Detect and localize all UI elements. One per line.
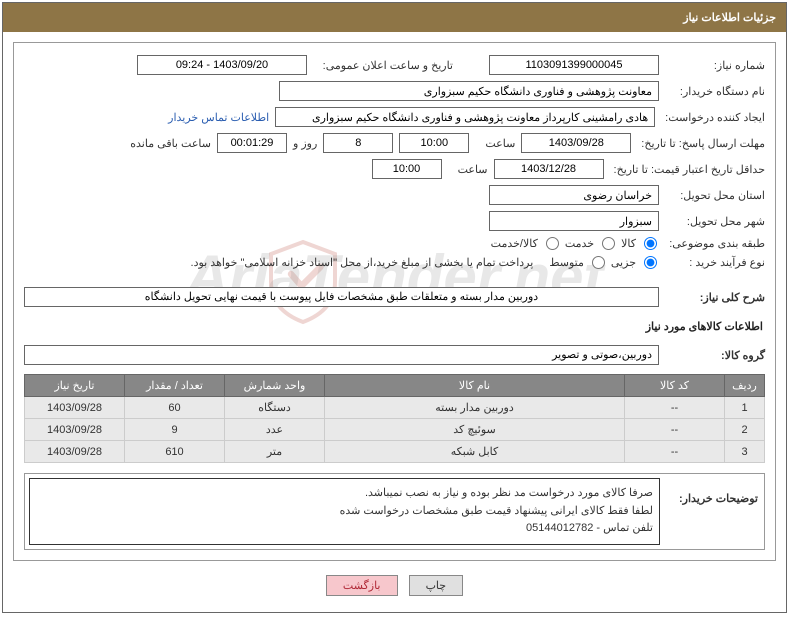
validity-label: حداقل تاریخ اعتبار قیمت: تا تاریخ: bbox=[610, 163, 765, 176]
th-name: نام کالا bbox=[325, 375, 625, 397]
page-title: جزئیات اطلاعات نیاز bbox=[683, 12, 776, 24]
deadline-send-time-field[interactable] bbox=[399, 133, 469, 153]
page-header: جزئیات اطلاعات نیاز bbox=[3, 3, 786, 32]
explain-text: صرفا کالای مورد درخواست مد نظر بوده و نی… bbox=[29, 478, 660, 545]
class-label: طبقه بندی موضوعی: bbox=[665, 237, 765, 250]
buyer-label: نام دستگاه خریدار: bbox=[665, 85, 765, 98]
back-button[interactable]: بازگشت bbox=[326, 575, 398, 596]
explain-label: توضیحات خریدار: bbox=[664, 474, 764, 549]
th-date: تاریخ نیاز bbox=[25, 375, 125, 397]
class-radio-service[interactable] bbox=[602, 237, 615, 250]
buyer-explanation-box: توضیحات خریدار: صرفا کالای مورد درخواست … bbox=[24, 473, 765, 550]
city-label: شهر محل تحویل: bbox=[665, 215, 765, 228]
buyer-field[interactable] bbox=[279, 81, 659, 101]
need-number-field[interactable] bbox=[489, 55, 659, 75]
time-label-1: ساعت bbox=[475, 137, 515, 150]
goods-info-title: اطلاعات کالاهای مورد نیاز bbox=[26, 320, 763, 333]
process-radio-medium[interactable] bbox=[592, 256, 605, 269]
validity-date-field[interactable] bbox=[494, 159, 604, 179]
main-form-section: شماره نیاز: تاریخ و ساعت اعلان عمومی: نا… bbox=[13, 42, 776, 561]
table-row: 2 -- سوئیچ کد عدد 9 1403/09/28 bbox=[25, 419, 765, 441]
process-opt2: متوسط bbox=[549, 256, 584, 269]
class-opt2: خدمت bbox=[565, 237, 594, 250]
process-radio-minor[interactable] bbox=[644, 256, 657, 269]
group-field[interactable] bbox=[24, 345, 659, 365]
th-unit: واحد شمارش bbox=[225, 375, 325, 397]
deadline-send-label: مهلت ارسال پاسخ: تا تاریخ: bbox=[637, 137, 765, 150]
table-row: 1 -- دوربین مدار بسته دستگاه 60 1403/09/… bbox=[25, 397, 765, 419]
city-field[interactable] bbox=[489, 211, 659, 231]
province-field[interactable] bbox=[489, 185, 659, 205]
print-button[interactable]: چاپ bbox=[409, 575, 464, 596]
class-radio-goods[interactable] bbox=[644, 237, 657, 250]
table-row: 3 -- کابل شبکه متر 610 1403/09/28 bbox=[25, 441, 765, 463]
class-opt3: کالا/خدمت bbox=[491, 237, 538, 250]
th-code: کد کالا bbox=[625, 375, 725, 397]
validity-time-field[interactable] bbox=[372, 159, 442, 179]
process-label: نوع فرآیند خرید : bbox=[665, 256, 765, 269]
deadline-send-date-field[interactable] bbox=[521, 133, 631, 153]
goods-table: ردیف کد کالا نام کالا واحد شمارش تعداد /… bbox=[24, 374, 765, 463]
th-row: ردیف bbox=[725, 375, 765, 397]
creator-field[interactable] bbox=[275, 107, 655, 127]
description-field[interactable] bbox=[24, 287, 659, 307]
process-opt1: جزیی bbox=[611, 256, 636, 269]
announce-label: تاریخ و ساعت اعلان عمومی: bbox=[313, 59, 453, 72]
days-remaining-field[interactable] bbox=[323, 133, 393, 153]
announce-field[interactable] bbox=[137, 55, 307, 75]
time-label-2: ساعت bbox=[448, 163, 488, 176]
class-opt1: کالا bbox=[621, 237, 636, 250]
province-label: استان محل تحویل: bbox=[665, 189, 765, 202]
description-label: شرح کلی نیاز: bbox=[665, 291, 765, 304]
contact-buyer-link[interactable]: اطلاعات تماس خریدار bbox=[168, 111, 269, 124]
th-qty: تعداد / مقدار bbox=[125, 375, 225, 397]
creator-label: ایجاد کننده درخواست: bbox=[661, 111, 765, 124]
need-number-label: شماره نیاز: bbox=[665, 59, 765, 72]
process-note: پرداخت تمام یا بخشی از مبلغ خرید،از محل … bbox=[191, 256, 534, 269]
class-radio-both[interactable] bbox=[546, 237, 559, 250]
remaining-label: ساعت باقی مانده bbox=[130, 137, 211, 150]
countdown-field[interactable] bbox=[217, 133, 287, 153]
group-label: گروه کالا: bbox=[665, 349, 765, 362]
days-label: روز و bbox=[293, 137, 317, 150]
